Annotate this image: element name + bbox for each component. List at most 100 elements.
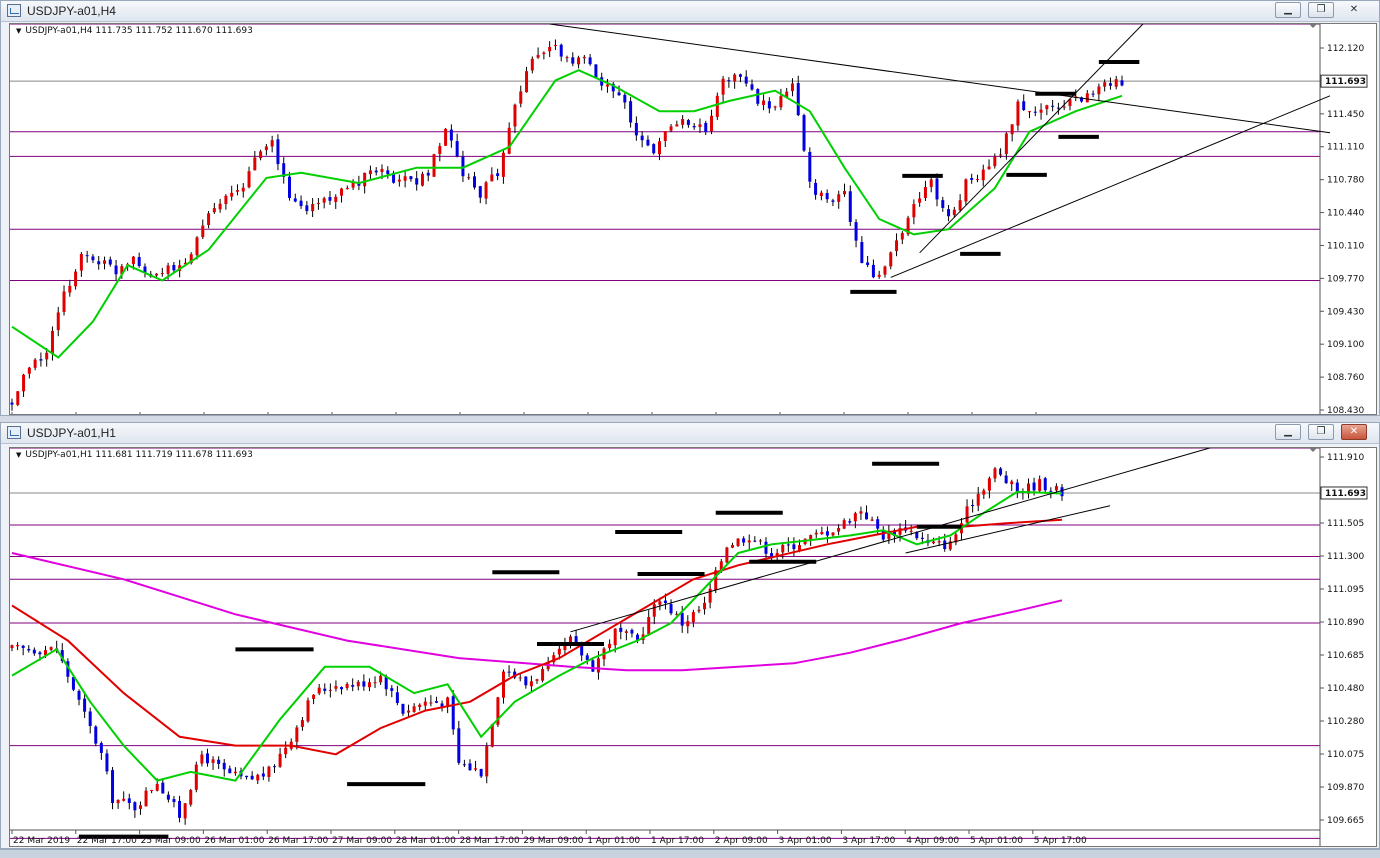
candle-body [374,170,378,173]
candle-body [837,528,841,532]
candle-body [323,688,327,691]
candle-body [975,179,979,181]
candle-body [786,544,790,546]
candle-body [525,71,529,93]
candle-body [379,675,383,683]
minimize-button[interactable]: ▁ [1275,424,1301,440]
candle-body [617,92,621,96]
h1-titlebar[interactable]: USDJPY-a01,H1 ▁ ❐ ✕ [1,423,1379,444]
candle-body [432,154,436,177]
candle-body [1051,105,1055,107]
h4-titlebar[interactable]: USDJPY-a01,H4 ▁ ❐ ✕ [1,1,1379,22]
maximize-button[interactable]: ❐ [1308,424,1334,440]
candle-body [415,178,419,185]
candle-body [877,274,881,277]
candle-body [530,58,534,71]
candle-body [224,195,228,205]
candle-body [32,649,36,654]
candle-body [976,493,980,506]
candle-body [211,759,215,763]
candle-body [535,679,539,681]
h1-price-chart[interactable]: 111.910111.705111.505111.300111.095110.8… [10,448,1377,847]
y-tick-label: 109.100 [1327,340,1364,350]
candle-body [756,89,760,104]
candle-body [345,683,349,689]
candle-body [1010,481,1014,485]
candle-body [144,790,148,807]
h4-chart-area[interactable]: USDJPY-a01,H4 111.735 111.752 111.670 11… [9,23,1377,415]
candle-body [501,671,505,698]
y-tick-label: 110.280 [1327,717,1364,727]
candle-body [1103,82,1107,87]
candle-body [161,782,165,794]
close-button[interactable]: ✕ [1341,424,1367,440]
candle-body [686,621,690,627]
candle-body [478,186,482,198]
h4-price-chart[interactable]: 112.120111.790111.450111.110110.780110.4… [10,24,1377,415]
candle-body [999,468,1003,475]
candle-body [932,541,936,544]
y-tick-label: 109.770 [1327,274,1364,284]
h1-chart-window: USDJPY-a01,H1 ▁ ❐ ✕ USDJPY-a01,H1 111.68… [0,422,1380,849]
candle-body [457,728,461,763]
candle-body [1056,107,1060,109]
candle-body [624,631,628,633]
candle-body [74,271,78,287]
candle-body [88,711,92,727]
candle-body [753,540,757,542]
close-button[interactable]: ✕ [1341,2,1367,18]
candle-body [438,146,442,154]
candle-body [490,174,494,182]
y-tick-label: 109.665 [1327,816,1364,826]
candle-body [474,768,478,770]
candle-body [669,126,673,131]
candle-body [831,200,835,202]
candle-body [270,140,274,147]
candle-body [200,754,204,764]
y-tick-label: 111.110 [1327,143,1364,153]
candle-body [613,628,617,646]
candle-body [38,652,42,655]
candle-body [647,617,651,635]
candle-body [802,115,806,151]
candle-body [409,176,413,180]
minimize-button[interactable]: ▁ [1275,2,1301,18]
h1-chart-area[interactable]: USDJPY-a01,H1 111.681 111.719 111.678 11… [9,447,1377,847]
candle-body [669,604,673,614]
candle-body [16,391,20,405]
candle-body [401,703,405,714]
candle-body [172,265,176,271]
candle-body [663,131,667,141]
candle-body [160,273,164,275]
candle-body [982,490,986,495]
candle-body [293,198,297,202]
y-tick-label: 109.430 [1327,307,1364,317]
x-tick-label: 3 Apr 01:00 [779,836,832,846]
candle-body [340,687,344,690]
candle-body [473,176,476,188]
candle-body [744,76,748,84]
candle-body [311,204,315,212]
candle-body [278,753,282,767]
x-tick-label: 22 Mar 2019 [13,836,70,846]
x-tick-label: 22 Mar 17:00 [77,836,137,846]
candle-body [420,173,424,186]
candle-body [952,209,956,216]
candle-body [837,194,841,202]
candle-body [964,179,968,202]
candle-body [825,193,829,200]
candle-body [462,764,466,766]
candle-body [524,676,528,686]
candle-body [909,530,913,532]
h4-chart-window: USDJPY-a01,H4 ▁ ❐ ✕ USDJPY-a01,H4 111.73… [0,0,1380,416]
candle-body [267,766,271,777]
candle-body [742,538,746,543]
candle-body [698,124,702,127]
maximize-button[interactable]: ❐ [1308,2,1334,18]
x-tick-label: 5 Apr 17:00 [1034,836,1087,846]
candle-body [247,171,251,188]
candle-body [541,669,545,681]
candle-body [582,56,586,59]
h1-window-title: USDJPY-a01,H1 [27,426,116,440]
candle-body [305,205,309,211]
